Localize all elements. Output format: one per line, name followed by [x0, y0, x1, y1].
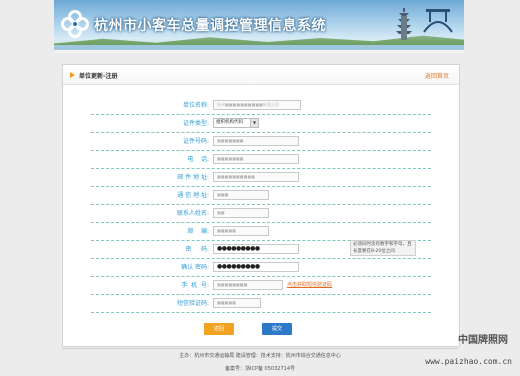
footer-divider — [62, 348, 458, 349]
form-row-company-name: 单位名称: 杭州■■■■■■■■■■有限公司 — [91, 96, 431, 115]
confirm-password-input[interactable]: ●●●●●●●●● — [213, 262, 299, 272]
form-row-phone: 电 话: ■■■■■■■ — [91, 150, 431, 169]
back-button[interactable]: 返回 — [204, 323, 234, 335]
contact-name-input[interactable]: ■■ — [213, 208, 269, 218]
banner-underline — [54, 50, 464, 53]
field-label: 确认 密码: — [181, 264, 209, 271]
register-panel: 单位更新-注册 返回首页 单位名称: 杭州■■■■■■■■■■有限公司 证件类型… — [62, 64, 460, 347]
chevron-down-icon: ▼ — [250, 119, 258, 127]
email-input[interactable]: ■■■■■■■■■■ — [213, 172, 299, 182]
field-label: 电 话: — [187, 156, 209, 163]
form-row-confirm-password: 确认 密码: ●●●●●●●●● — [91, 258, 431, 277]
site-title: 杭州市小客车总量调控管理信息系统 — [94, 18, 326, 34]
field-label: 通 信 地 址: — [177, 192, 209, 199]
id-number-input[interactable]: ■■■■■■■ — [213, 136, 299, 146]
header-banner: 杭州市小客车总量调控管理信息系统 — [54, 0, 464, 50]
form-row-id-type: 证件类型: 组织机构代码 ▼ — [91, 114, 431, 133]
field-label: 证件类型: — [182, 120, 209, 127]
sms-code-input[interactable]: ■■■■■ — [213, 298, 261, 308]
field-label: 短信验证码: — [176, 300, 209, 307]
bridge-icon — [423, 9, 453, 33]
company-name-input[interactable]: 杭州■■■■■■■■■■有限公司 — [213, 100, 301, 110]
field-label: 密 码: — [185, 246, 209, 253]
field-label: 单位名称: — [182, 102, 209, 109]
submit-button[interactable]: 提交 — [262, 323, 292, 335]
arrow-right-icon — [70, 72, 75, 78]
form-row-password: 密 码: ●●●●●●●●● 必须同时含有数字和字母，且长度要在8-20位之间 — [91, 240, 431, 259]
mobile-input[interactable]: ■■■■■■■■ — [213, 280, 283, 290]
password-mask: ●●●●●●●●● — [217, 263, 260, 270]
field-label: 手 机 号: — [181, 282, 209, 289]
field-label: 证件号码: — [182, 138, 209, 145]
password-hint: 必须同时含有数字和字母，且长度要在8-20位之间 — [350, 240, 416, 256]
form-row-contact-name: 联系人姓名: ■■ — [91, 204, 431, 223]
panel-header: 单位更新-注册 返回首页 — [63, 65, 459, 85]
back-home-link[interactable]: 返回首页 — [425, 71, 449, 80]
pagoda-icon — [396, 8, 412, 40]
select-value: 组织机构代码 — [216, 120, 243, 125]
password-mask: ●●●●●●●●● — [217, 245, 260, 252]
form-row-mobile: 手 机 号: ■■■■■■■■ 点击获取短信验证码 — [91, 276, 431, 295]
watermark-url: www.paizhao.com.cn — [425, 357, 512, 366]
field-label: 邮 件 地 址: — [177, 174, 209, 181]
get-sms-code-link[interactable]: 点击获取短信验证码 — [287, 281, 332, 288]
panel-title: 单位更新-注册 — [79, 73, 118, 80]
form-row-id-number: 证件号码: ■■■■■■■ — [91, 132, 431, 151]
watermark-title: 中国牌照网 — [458, 335, 508, 346]
form-row-email: 邮 件 地 址: ■■■■■■■■■■ — [91, 168, 431, 187]
form-row-sms-code: 短信验证码: ■■■■■ — [91, 294, 431, 313]
form-row-postcode: 邮 编: ■■■■■ — [91, 222, 431, 241]
logo-icon — [61, 10, 89, 38]
footer-sponsor: 主办：杭州市交通运输局 建设管理：技术支持：杭州市综合交通信息中心 — [179, 353, 341, 359]
footer-icp: 备案号：浙ICP备 05032714号 — [224, 366, 296, 372]
form-row-address: 通 信 地 址: ■■■ — [91, 186, 431, 205]
id-type-select[interactable]: 组织机构代码 ▼ — [213, 118, 259, 128]
field-label: 邮 编: — [187, 228, 209, 235]
address-input[interactable]: ■■■ — [213, 190, 269, 200]
phone-input[interactable]: ■■■■■■■ — [213, 154, 299, 164]
password-input[interactable]: ●●●●●●●●● — [213, 244, 299, 254]
field-label: 联系人姓名: — [176, 210, 209, 217]
postcode-input[interactable]: ■■■■■ — [213, 226, 269, 236]
